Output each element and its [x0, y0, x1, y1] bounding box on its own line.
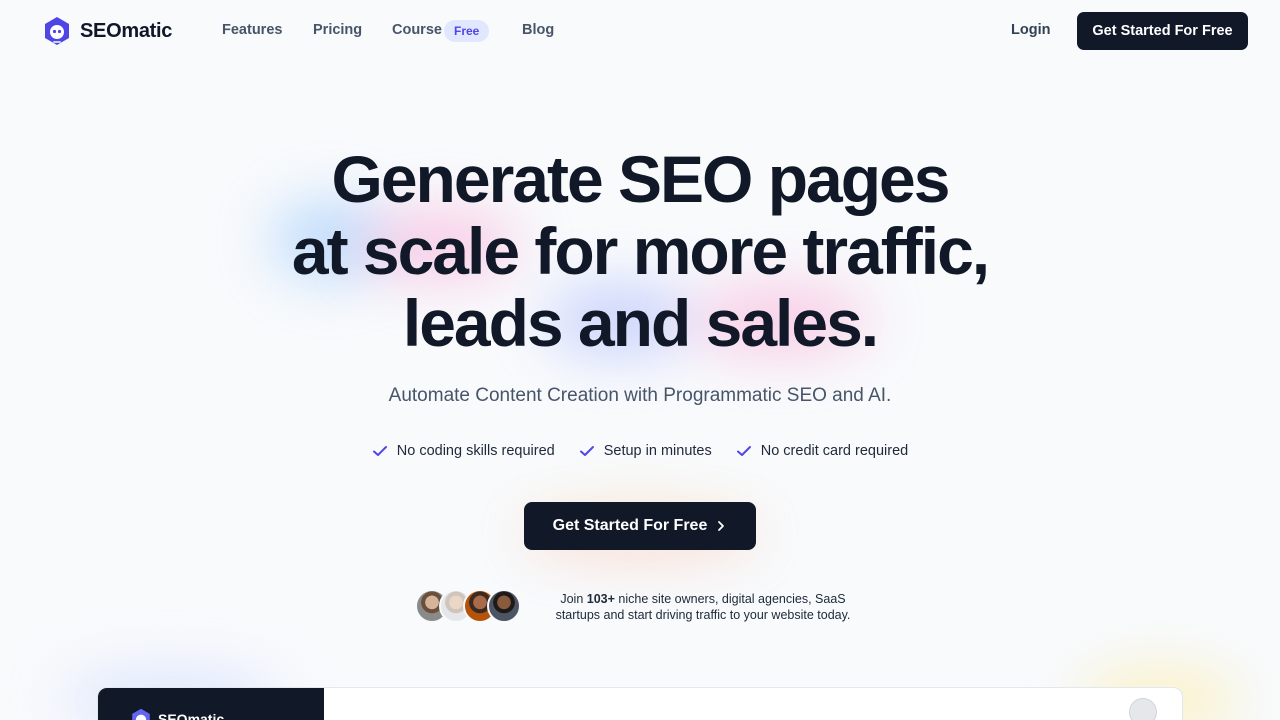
checklist-item: No coding skills required — [372, 443, 555, 459]
app-preview: SEOmatic — [97, 687, 1183, 720]
avatar — [487, 589, 521, 623]
hero-cta-label: Get Started For Free — [552, 517, 708, 534]
user-avatar[interactable] — [1129, 698, 1157, 720]
checklist-label: No credit card required — [760, 443, 909, 459]
headline-line-3: leads and sales. — [402, 286, 879, 360]
hero-subtitle: Automate Content Creation with Programma… — [388, 385, 892, 406]
check-icon — [579, 446, 594, 456]
course-free-badge: Free — [444, 20, 490, 42]
nav-features-link[interactable]: Features — [222, 22, 282, 38]
robot-logo-icon — [45, 17, 69, 45]
app-preview-sidebar: SEOmatic — [98, 688, 324, 720]
brand-name: SEOmatic — [80, 19, 173, 42]
check-icon — [372, 446, 387, 456]
feature-checklist: No coding skills required Setup in minut… — [0, 443, 1280, 459]
top-navigation: SEOmatic Features Pricing Course Free Bl… — [0, 0, 1280, 62]
brand-logo[interactable]: SEOmatic — [42, 16, 172, 46]
hero-get-started-button[interactable]: Get Started For Free — [524, 502, 756, 550]
customer-count: 103+ — [586, 592, 615, 606]
checklist-item: Setup in minutes — [579, 443, 712, 459]
checklist-item: No credit card required — [736, 443, 909, 459]
login-link[interactable]: Login — [1011, 22, 1050, 38]
customer-avatars — [415, 589, 521, 623]
headline-line-2: at scale for more traffic, — [291, 214, 990, 288]
headline-line-1: Generate SEO pages — [331, 142, 951, 216]
robot-logo-icon — [132, 708, 150, 720]
hero-headline: Generate SEO pages at scale for more tra… — [0, 143, 1280, 359]
check-icon — [736, 446, 751, 456]
checklist-label: No coding skills required — [396, 443, 555, 459]
app-preview-brand: SEOmatic — [158, 711, 225, 720]
chevron-right-icon — [718, 521, 725, 531]
social-proof-text: Join 103+ niche site owners, digital age… — [543, 591, 863, 623]
nav-get-started-button[interactable]: Get Started For Free — [1077, 12, 1248, 50]
social-proof-pre: Join — [560, 592, 587, 606]
app-preview-logo: SEOmatic — [130, 708, 224, 720]
nav-pricing-link[interactable]: Pricing — [313, 22, 362, 38]
nav-course-link[interactable]: Course — [392, 22, 442, 38]
checklist-label: Setup in minutes — [603, 443, 712, 459]
nav-blog-link[interactable]: Blog — [522, 22, 554, 38]
